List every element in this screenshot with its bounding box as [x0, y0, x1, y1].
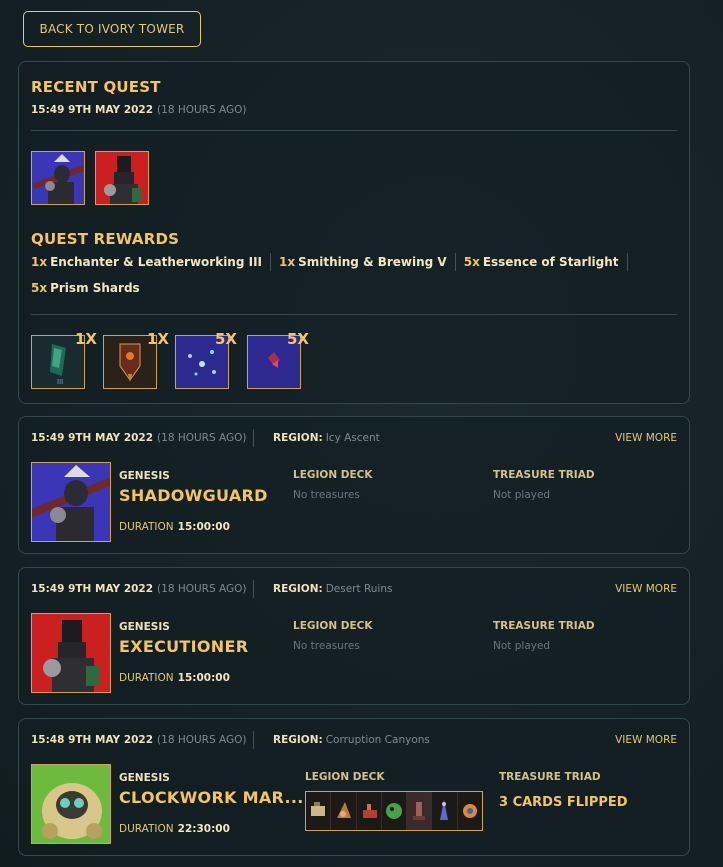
executioner-portrait-icon [32, 614, 110, 692]
quest-duration: DURATION 15:00:00 [119, 521, 230, 533]
shadowguard-portrait-icon [32, 152, 84, 204]
treasure-triad-value: Not played [493, 640, 551, 652]
quest-region: REGION: Icy Ascent [273, 432, 380, 444]
legion-deck-value: No treasures [293, 489, 360, 501]
shadowguard-portrait-icon [32, 463, 110, 541]
treasure-card [432, 792, 458, 830]
quest-timestamp: 15:49 9TH MAY 2022 (18 HOURS AGO) [31, 432, 247, 444]
view-more-link[interactable]: VIEW MORE [615, 432, 677, 444]
reward-count: 5X [287, 330, 310, 348]
executioner-portrait-icon [96, 152, 148, 204]
legion-avatar-clockwork[interactable] [31, 764, 111, 844]
reward-item: 1x Smithing & Brewing V [279, 255, 447, 269]
treasure-card [457, 792, 482, 830]
quest-region: REGION: Desert Ruins [273, 583, 393, 595]
divider [31, 130, 677, 131]
treasure-card [356, 792, 382, 830]
divider [31, 314, 677, 315]
legion-name: EXECUTIONER [119, 637, 249, 656]
legion-deck-value: No treasures [293, 640, 360, 652]
quest-card: 15:49 9TH MAY 2022 (18 HOURS AGO) REGION:… [18, 416, 690, 554]
rewards-list-row-1: 1x Enchanter & Leatherworking III 1x Smith… [31, 253, 636, 271]
treasure-card [306, 792, 332, 830]
reward-item: 5x Essence of Starlight [463, 255, 619, 269]
clockwork-portrait-icon [32, 765, 110, 843]
reward-count: 5X [215, 330, 238, 348]
legion-thumb-executioner[interactable] [95, 151, 149, 205]
legion-avatar-executioner[interactable] [31, 613, 111, 693]
legion-genesis-label: GENESIS [119, 621, 170, 633]
back-to-ivory-tower-button[interactable]: BACK TO IVORY TOWER [23, 11, 201, 47]
quest-meta-row: 15:49 9TH MAY 2022 (18 HOURS AGO) REGION:… [31, 429, 677, 447]
legion-name: SHADOWGUARD [119, 486, 268, 505]
treasure-triad-value: 3 CARDS FLIPPED [499, 795, 628, 810]
legion-genesis-label: GENESIS [119, 470, 170, 482]
treasure-triad-label: TREASURE TRIAD [499, 771, 601, 783]
svg-text:III: III [57, 378, 63, 386]
treasure-card [381, 792, 408, 830]
treasure-triad-label: TREASURE TRIAD [493, 620, 595, 632]
legion-deck-label: LEGION DECK [293, 620, 373, 632]
time-ago-text: (18 HOURS AGO) [157, 104, 247, 116]
legion-avatar-shadowguard[interactable] [31, 462, 111, 542]
recent-quest-card: RECENT QUEST 15:49 9TH MAY 2022 (18 HOURS… [18, 61, 690, 404]
quest-duration: DURATION 15:00:00 [119, 672, 230, 684]
reward-item: 5x Prism Shards [31, 281, 140, 295]
rewards-list-row-2: 5x Prism Shards [31, 281, 140, 295]
view-more-link[interactable]: VIEW MORE [615, 734, 677, 746]
quest-region: REGION: Corruption Canyons [273, 734, 430, 746]
recent-quest-timestamp: 15:49 9TH MAY 2022 (18 HOURS AGO) [31, 104, 246, 116]
quest-timestamp: 15:49 9TH MAY 2022 (18 HOURS AGO) [31, 583, 247, 595]
view-more-link[interactable]: VIEW MORE [615, 583, 677, 595]
timestamp-text: 15:49 9TH MAY 2022 [31, 104, 154, 116]
quest-duration: DURATION 22:30:00 [119, 823, 230, 835]
reward-item: 1x Enchanter & Leatherworking III [31, 255, 263, 269]
quest-meta-row: 15:48 9TH MAY 2022 (18 HOURS AGO) REGION:… [31, 731, 677, 749]
legion-deck-label: LEGION DECK [293, 469, 373, 481]
quest-meta-row: 15:49 9TH MAY 2022 (18 HOURS AGO) REGION:… [31, 580, 677, 598]
treasure-triad-label: TREASURE TRIAD [493, 469, 595, 481]
quest-timestamp: 15:48 9TH MAY 2022 (18 HOURS AGO) [31, 734, 247, 746]
recent-quest-title: RECENT QUEST [31, 78, 161, 96]
treasure-card [331, 792, 357, 830]
legion-name: CLOCKWORK MAR... [119, 788, 304, 807]
reward-count: 1X [75, 330, 98, 348]
quest-rewards-title: QUEST REWARDS [31, 230, 180, 248]
quest-card: 15:49 9TH MAY 2022 (18 HOURS AGO) REGION:… [18, 567, 690, 705]
quest-card: 15:48 9TH MAY 2022 (18 HOURS AGO) REGION:… [18, 718, 690, 856]
reward-count: 1X [147, 330, 170, 348]
legion-deck-cards[interactable] [305, 791, 483, 831]
legion-genesis-label: GENESIS [119, 772, 170, 784]
treasure-triad-value: Not played [493, 489, 551, 501]
legion-thumb-shadowguard[interactable] [31, 151, 85, 205]
legion-deck-label: LEGION DECK [305, 771, 385, 783]
treasure-card [407, 792, 433, 830]
